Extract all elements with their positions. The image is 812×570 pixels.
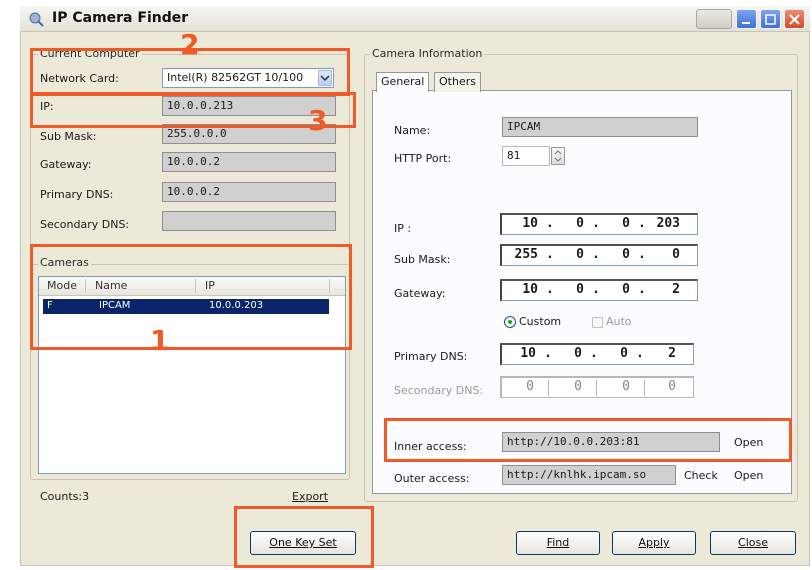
close-label: Close: [738, 536, 768, 549]
ip-octet: 0: [576, 216, 584, 231]
apply-button[interactable]: Apply: [612, 531, 696, 555]
computer-gateway-field[interactable]: 10.0.0.2: [162, 152, 336, 172]
close-button[interactable]: Close: [710, 531, 796, 555]
secondary-dns-octet: 0: [668, 379, 676, 394]
minimize-icon: [742, 22, 750, 24]
primary-dns-label: Primary DNS:: [40, 188, 114, 201]
maximize-icon: [765, 14, 776, 25]
camera-submask-input[interactable]: 255. 0. 0. 0: [500, 244, 698, 266]
gateway-octet: 0: [576, 282, 584, 297]
submask-octet: 0: [672, 247, 680, 262]
computer-secondary-dns-field[interactable]: [162, 211, 336, 231]
auto-label: Auto: [606, 315, 632, 328]
camera-submask-label: Sub Mask:: [394, 253, 451, 266]
counts-label: Counts:3: [40, 490, 90, 503]
submask-octet: 255: [514, 247, 538, 262]
camera-primary-dns-input[interactable]: 10. 0. 0. 2: [500, 343, 694, 365]
close-icon: [789, 14, 800, 25]
apply-label: Apply: [638, 536, 670, 549]
camera-name-label: Name:: [394, 124, 431, 137]
annotation-number-1: 1: [150, 324, 170, 357]
http-port-field[interactable]: 81: [502, 146, 550, 166]
submask-octet: 0: [622, 247, 630, 262]
outer-access-label: Outer access:: [394, 472, 470, 485]
http-port-label: HTTP Port:: [394, 152, 452, 165]
maximize-button[interactable]: [760, 9, 781, 29]
minimize-button[interactable]: [736, 9, 757, 29]
http-port-spinner[interactable]: [551, 147, 565, 165]
submask-label: Sub Mask:: [40, 130, 97, 143]
find-button[interactable]: Find: [516, 531, 600, 555]
primary-dns-octet: 0: [574, 346, 582, 361]
primary-dns-octet: 2: [668, 346, 676, 361]
close-window-button[interactable]: [784, 9, 805, 29]
gateway-octet: 10: [522, 282, 538, 297]
primary-dns-octet: 10: [520, 346, 536, 361]
tab-general[interactable]: General: [376, 72, 430, 92]
spin-arrows-icon: [554, 150, 562, 162]
radio-selected-dot: [508, 320, 512, 324]
custom-label: Custom: [519, 315, 562, 328]
primary-dns-octet: 0: [620, 346, 628, 361]
camera-gateway-input[interactable]: 10. 0. 0. 2: [500, 279, 698, 301]
gateway-octet: 2: [672, 282, 680, 297]
annotation-box-inner-access: [384, 418, 792, 462]
title-bar[interactable]: IP Camera Finder: [20, 6, 810, 32]
secondary-dns-octet: 0: [526, 379, 534, 394]
tab-others[interactable]: Others: [434, 72, 481, 92]
window-title: IP Camera Finder: [52, 10, 189, 26]
outer-access-field[interactable]: http://knlhk.ipcam.so: [502, 465, 676, 485]
camera-gateway-label: Gateway:: [394, 287, 446, 300]
check-link[interactable]: Check: [684, 469, 718, 482]
camera-secondary-dns-label: Secondary DNS:: [394, 384, 484, 397]
camera-information-label: Camera Information: [370, 47, 485, 60]
camera-primary-dns-label: Primary DNS:: [394, 350, 468, 363]
camera-ip-label: IP :: [394, 222, 412, 235]
gateway-label: Gateway:: [40, 158, 92, 171]
computer-primary-dns-field[interactable]: 10.0.0.2: [162, 182, 336, 202]
secondary-dns-octet: 0: [574, 379, 582, 394]
export-link[interactable]: Export: [292, 490, 328, 503]
help-button[interactable]: [696, 9, 732, 29]
ip-octet: 203: [656, 216, 680, 231]
annotation-number-3: 3: [308, 104, 328, 137]
custom-radio[interactable]: [504, 316, 516, 328]
camera-secondary-dns-input[interactable]: 0 0 0 0: [500, 376, 694, 398]
gateway-octet: 0: [622, 282, 630, 297]
camera-name-field[interactable]: IPCAM: [502, 117, 698, 137]
find-label: Find: [546, 536, 570, 549]
annotation-number-2: 2: [180, 28, 200, 61]
secondary-dns-label: Secondary DNS:: [40, 218, 130, 231]
annotation-box-1: [30, 244, 352, 350]
ip-octet: 10: [522, 216, 538, 231]
camera-ip-input[interactable]: 10. 0. 0. 203: [500, 213, 698, 235]
auto-checkbox[interactable]: [592, 317, 603, 328]
camera-app-icon: [29, 12, 44, 27]
submask-octet: 0: [576, 247, 584, 262]
ip-octet: 0: [622, 216, 630, 231]
annotation-box-one-key-set: [234, 506, 374, 568]
secondary-dns-octet: 0: [622, 379, 630, 394]
outer-open-link[interactable]: Open: [734, 469, 763, 482]
